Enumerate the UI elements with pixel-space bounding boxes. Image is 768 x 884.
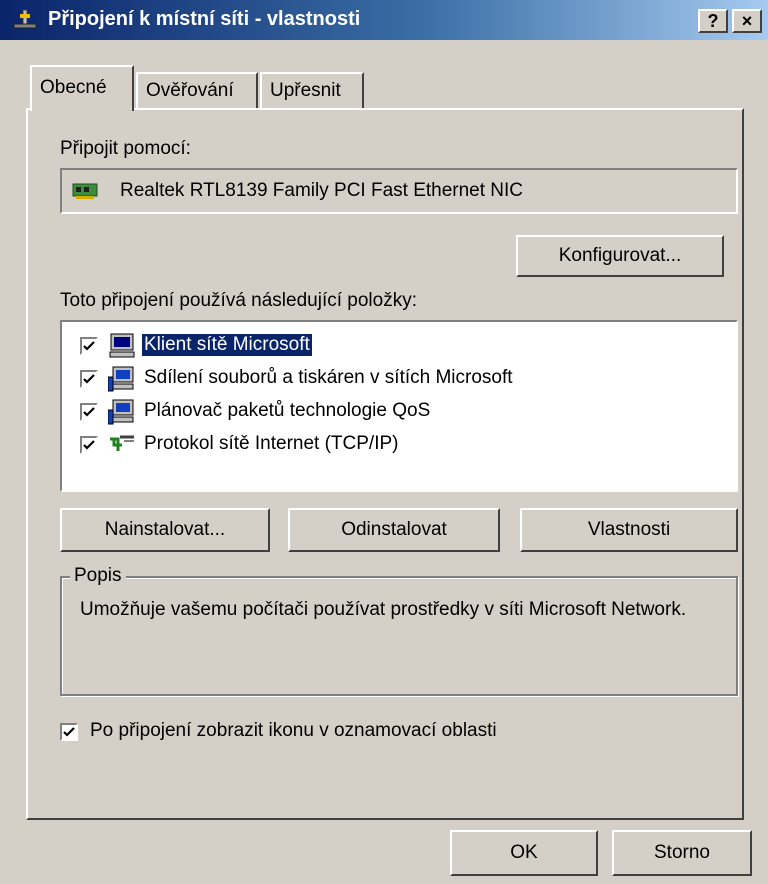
network-service-icon [108, 366, 134, 392]
list-item[interactable]: Sdílení souborů a tiskáren v sítích Micr… [80, 363, 720, 395]
component-label: Plánovač paketů technologie QoS [144, 400, 431, 421]
notify-checkbox[interactable] [60, 723, 78, 741]
component-checkbox[interactable] [80, 436, 98, 454]
uninstall-button[interactable]: Odinstalovat [288, 508, 500, 552]
install-button[interactable]: Nainstalovat... [60, 508, 270, 552]
protocol-icon [110, 435, 134, 451]
component-label: Klient sítě Microsoft [142, 334, 312, 356]
component-label: Protokol sítě Internet (TCP/IP) [144, 433, 399, 454]
ok-button[interactable]: OK [450, 830, 598, 876]
adapter-field: Realtek RTL8139 Family PCI Fast Ethernet… [60, 168, 738, 214]
network-connection-icon [13, 9, 37, 29]
component-checkbox[interactable] [80, 370, 98, 388]
list-item[interactable]: Protokol sítě Internet (TCP/IP) [80, 429, 720, 461]
window-title: Připojení k místní síti - vlastnosti [48, 8, 361, 30]
tab-general[interactable]: Obecné [30, 65, 134, 111]
items-label: Toto připojení používá následující polož… [60, 290, 417, 311]
list-item[interactable]: Klient sítě Microsoft [80, 330, 720, 362]
description-group: Popis Umožňuje vašemu počítači používat … [60, 565, 738, 696]
checkmark-icon [63, 727, 75, 737]
checkmark-icon [83, 440, 95, 450]
list-item[interactable]: Plánovač paketů technologie QoS [80, 396, 720, 428]
network-client-icon [109, 333, 135, 358]
checkmark-icon [83, 374, 95, 384]
connect-using-label: Připojit pomocí: [60, 138, 191, 159]
checkmark-icon [83, 407, 95, 417]
adapter-name: Realtek RTL8139 Family PCI Fast Ethernet… [120, 180, 524, 201]
close-button[interactable]: × [732, 9, 762, 33]
network-adapter-icon [72, 183, 98, 199]
help-button[interactable]: ? [698, 9, 728, 33]
notify-checkbox-label: Po připojení zobrazit ikonu v oznamovací… [90, 720, 497, 741]
checkmark-icon [83, 341, 95, 351]
components-list[interactable]: Klient sítě Microsoft Sdílení souborů a … [60, 320, 738, 492]
tab-advanced[interactable]: Upřesnit [260, 72, 364, 108]
tab-authentication[interactable]: Ověřování [136, 72, 258, 108]
general-tab-panel: Připojit pomocí: Realtek RTL8139 Family … [26, 108, 744, 820]
component-checkbox[interactable] [80, 403, 98, 421]
title-bar[interactable]: Připojení k místní síti - vlastnosti ? × [0, 0, 768, 40]
description-legend: Popis [70, 565, 126, 587]
network-service-icon [108, 399, 134, 425]
configure-button[interactable]: Konfigurovat... [516, 235, 724, 277]
description-text: Umožňuje vašemu počítači používat prostř… [80, 599, 687, 620]
component-label: Sdílení souborů a tiskáren v sítích Micr… [144, 367, 513, 388]
component-checkbox[interactable] [80, 337, 98, 355]
notify-checkbox-row[interactable]: Po připojení zobrazit ikonu v oznamovací… [60, 717, 700, 747]
cancel-button[interactable]: Storno [612, 830, 752, 876]
properties-button[interactable]: Vlastnosti [520, 508, 738, 552]
